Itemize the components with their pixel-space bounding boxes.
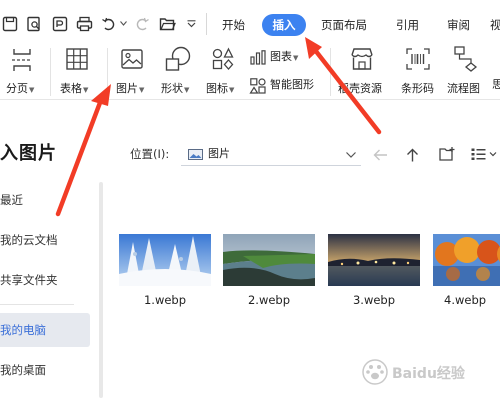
annotation-arrow-to-picture: [55, 97, 104, 217]
annotation-arrow-to-insert-tab: [312, 47, 382, 135]
baidu-jingyan-watermark: Baidu经验: [362, 357, 492, 389]
watermark-text: Baidu经验: [392, 366, 465, 382]
baidu-paw-logo: [362, 359, 388, 385]
annotation-arrowhead: [91, 84, 111, 106]
annotation-arrows: [55, 37, 382, 217]
